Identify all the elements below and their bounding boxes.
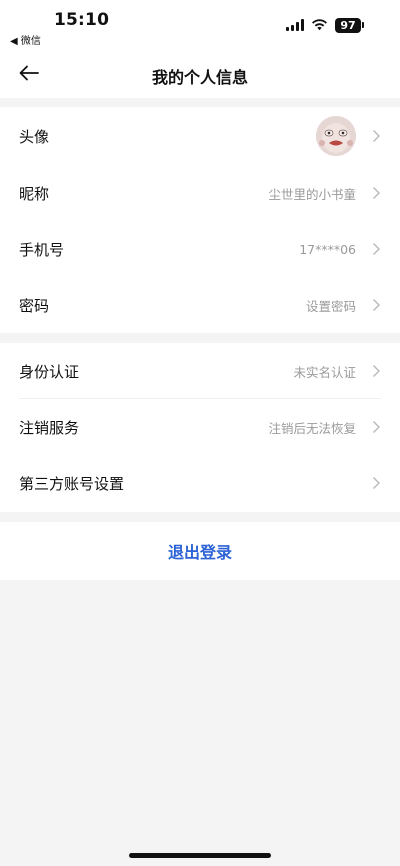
row-value: 未实名认证 — [293, 364, 356, 380]
battery-level: 97 — [335, 17, 361, 33]
chevron-right-icon — [373, 243, 380, 255]
battery-icon — [362, 22, 364, 28]
chevron-right-icon — [373, 365, 380, 377]
avatar[interactable] — [316, 116, 356, 156]
cellular-signal-icon — [286, 19, 304, 31]
home-indicator[interactable] — [129, 853, 271, 858]
chevron-right-icon — [373, 421, 380, 433]
chevron-right-icon — [373, 299, 380, 311]
nickname-row[interactable]: 昵称 尘世里的小书童 — [0, 165, 400, 221]
nav-bar: 我的个人信息 — [0, 50, 400, 98]
row-value: 尘世里的小书童 — [268, 186, 356, 202]
status-bar: 15:10 ◀ 微信 97 — [0, 0, 400, 50]
logout-label: 退出登录 — [167, 543, 232, 562]
chevron-right-icon — [373, 477, 380, 489]
row-label: 第三方账号设置 — [19, 474, 125, 493]
logout-button[interactable]: 退出登录 — [0, 522, 400, 580]
avatar-image — [316, 116, 356, 156]
identity-verification-row[interactable]: 身份认证 未实名认证 — [0, 343, 400, 399]
row-label: 手机号 — [19, 240, 65, 259]
back-to-app-link[interactable]: ◀ 微信 — [10, 32, 41, 47]
row-label: 身份认证 — [19, 362, 80, 381]
chevron-right-icon — [373, 130, 380, 142]
status-time: 15:10 — [54, 10, 110, 30]
row-value: 注销后无法恢复 — [268, 420, 356, 436]
account-section: 身份认证 未实名认证 注销服务 注销后无法恢复 第三方账号设置 — [0, 343, 400, 512]
status-icons: 97 — [286, 17, 364, 33]
row-label: 注销服务 — [19, 418, 80, 437]
page-title: 我的个人信息 — [151, 68, 248, 87]
row-label: 昵称 — [19, 184, 50, 203]
wifi-icon — [312, 19, 327, 31]
row-value: 17****06 — [299, 241, 356, 257]
row-value: 设置密码 — [305, 298, 356, 314]
row-label: 头像 — [19, 127, 50, 146]
account-deletion-row[interactable]: 注销服务 注销后无法恢复 — [0, 399, 400, 455]
chevron-right-icon — [373, 187, 380, 199]
password-row[interactable]: 密码 设置密码 — [0, 277, 400, 333]
phone-row[interactable]: 手机号 17****06 — [0, 221, 400, 277]
profile-section: 头像 昵称 尘世里的小书童 手机号 17****06 密码 设置密码 — [0, 107, 400, 333]
third-party-accounts-row[interactable]: 第三方账号设置 — [0, 455, 400, 511]
row-label: 密码 — [19, 296, 50, 315]
avatar-row[interactable]: 头像 — [0, 107, 400, 165]
